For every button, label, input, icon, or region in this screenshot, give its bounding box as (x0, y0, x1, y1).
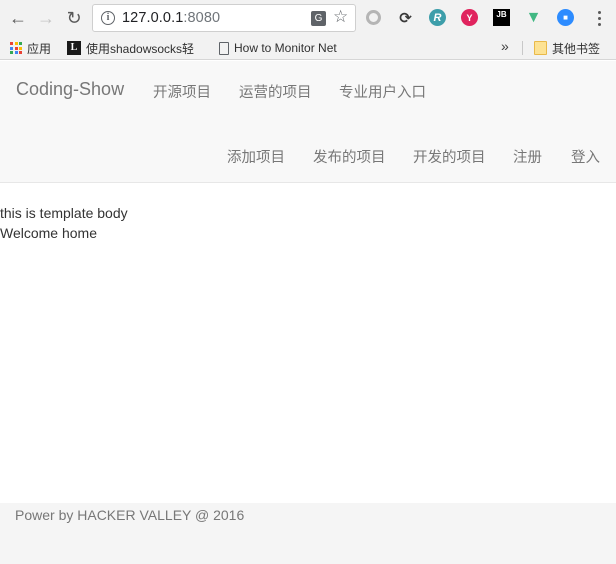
grey-circle-extension-icon[interactable] (366, 10, 381, 25)
nav-link-add-project[interactable]: 添加项目 (227, 146, 285, 167)
bookmark-label: 应用 (27, 41, 52, 56)
nav-link-pro-user-entry[interactable]: 专业用户入口 (339, 81, 426, 102)
info-icon[interactable]: i (101, 11, 115, 25)
brand-link[interactable]: Coding-Show (16, 79, 124, 100)
y-extension-icon[interactable]: Y (461, 9, 478, 26)
nav-link-operated-projects[interactable]: 运营的项目 (239, 81, 312, 102)
apps-grid-icon (10, 42, 22, 54)
zoom-extension-icon[interactable]: ■ (557, 9, 574, 26)
folder-icon (534, 41, 547, 55)
l-logo-icon: L (67, 41, 81, 55)
bookmark-label: 其他书签 (552, 41, 601, 56)
vue-devtools-icon[interactable]: ▼ (525, 9, 542, 26)
nav-link-published-projects[interactable]: 发布的项目 (313, 146, 386, 167)
nav-link-open-source[interactable]: 开源项目 (153, 81, 211, 102)
site-navbar: Coding-Show 开源项目 运营的项目 专业用户入口 添加项目 发布的项目… (0, 61, 616, 183)
jetbrains-extension-icon[interactable]: JB (493, 9, 510, 26)
site-footer: Power by HACKER VALLEY @ 2016 (0, 503, 616, 564)
url-host: 127.0.0.1 (122, 10, 184, 26)
translate-icon[interactable]: G (311, 11, 326, 26)
page-icon (219, 41, 229, 55)
bookmark-star-icon[interactable]: ☆ (333, 7, 348, 27)
url-port: :8080 (183, 10, 221, 26)
address-bar[interactable]: i 127.0.0.1:8080 G ☆ (92, 4, 356, 32)
bookmark-apps[interactable]: 应用 (10, 39, 51, 57)
bookmarks-separator (522, 41, 523, 55)
bookmark-label: How to Monitor Net (234, 41, 337, 55)
more-bookmarks-chevron-icon[interactable]: » (501, 38, 509, 54)
nav-link-login[interactable]: 登入 (571, 146, 600, 167)
bookmark-how-to-monitor[interactable]: How to Monitor Net (219, 39, 357, 57)
bookmarks-bar: 应用 L 使用shadowsocks轻 How to Monitor Net »… (0, 36, 616, 60)
bookmark-label: 使用shadowsocks轻 (86, 41, 195, 56)
back-arrow-icon[interactable]: ← (7, 7, 29, 29)
bookmark-other-folder[interactable]: 其他书签 (534, 39, 600, 57)
r-extension-icon[interactable]: R (429, 9, 446, 26)
bookmark-shadowsocks[interactable]: L 使用shadowsocks轻 (67, 39, 207, 57)
template-body-text: this is template body (0, 205, 128, 221)
url-text[interactable]: 127.0.0.1:8080 (122, 10, 220, 26)
forward-arrow-icon[interactable]: → (35, 7, 57, 29)
nav-link-register[interactable]: 注册 (513, 146, 542, 167)
browser-menu-icon[interactable] (589, 8, 609, 28)
browser-toolbar: ← → ↻ i 127.0.0.1:8080 G ☆ ⟳ R Y JB ▼ ■ (0, 0, 616, 36)
sync-extension-icon[interactable]: ⟳ (397, 9, 414, 27)
welcome-text: Welcome home (0, 225, 98, 241)
footer-text: Power by HACKER VALLEY @ 2016 (15, 507, 245, 523)
reload-icon[interactable]: ↻ (63, 7, 85, 29)
nav-link-developed-projects[interactable]: 开发的项目 (413, 146, 486, 167)
page-viewport: Coding-Show 开源项目 运营的项目 专业用户入口 添加项目 发布的项目… (0, 61, 616, 564)
